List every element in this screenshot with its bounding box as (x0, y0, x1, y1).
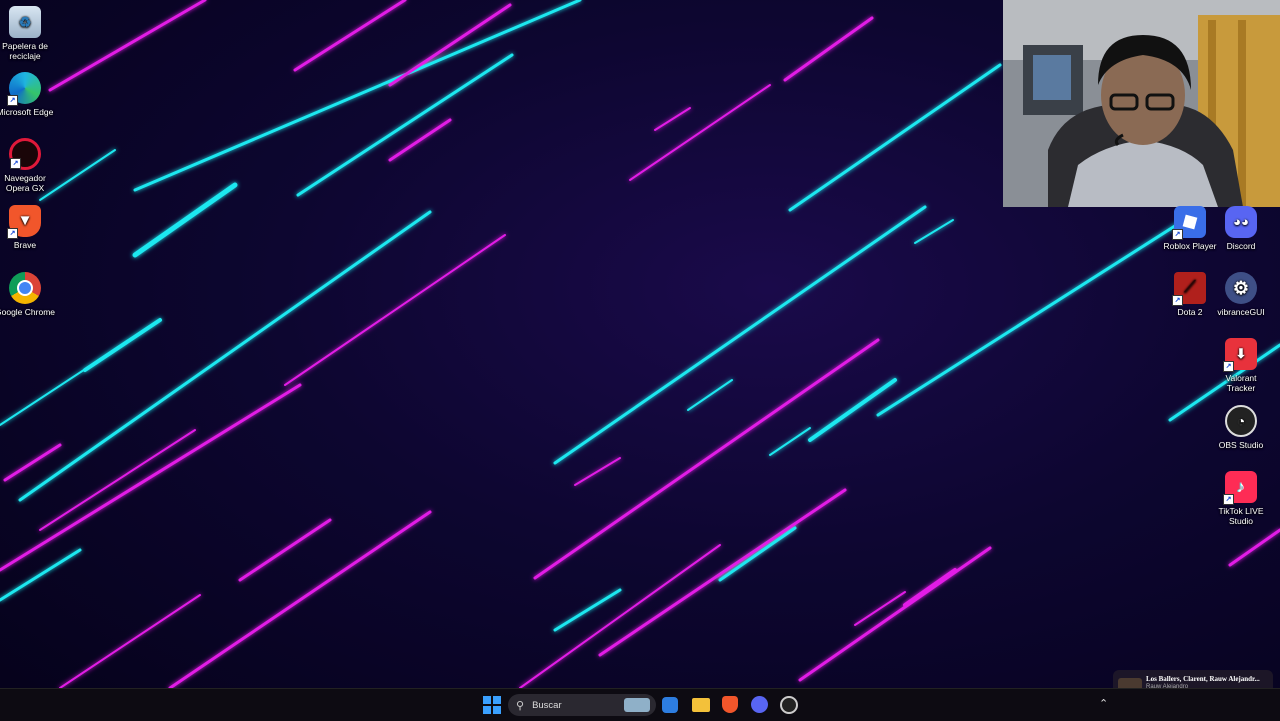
shortcut-arrow-icon: ↗ (1172, 295, 1183, 306)
file-explorer-icon[interactable] (692, 698, 710, 712)
search-icon: ⚲ (516, 699, 525, 712)
discord-icon[interactable] (751, 696, 768, 713)
shortcut-arrow-icon: ↗ (1223, 494, 1234, 505)
chrome-icon (9, 272, 41, 304)
desktop-icon-label: vibranceGUI (1217, 307, 1265, 317)
desktop-icon-label: Google Chrome (0, 307, 56, 317)
opera-gx-icon: ↗ (9, 138, 41, 170)
shortcut-arrow-icon: ↗ (1172, 229, 1183, 240)
shortcut-arrow-icon: ↗ (7, 95, 18, 106)
taskbar: ⚲ Buscar ⌃ (0, 688, 1280, 721)
desktop-icon-label: Navegador Opera GX (4, 173, 46, 193)
obs-icon[interactable] (780, 696, 798, 714)
desktop-icon-label: Discord (1226, 241, 1256, 251)
desktop-icon-vibrancegui[interactable]: ⚙ vibranceGUI (1211, 272, 1271, 317)
desktop-icon-brave[interactable]: ▼ ↗ Brave (0, 205, 55, 250)
desktop-icon-opera-gx[interactable]: ↗ Navegador Opera GX (0, 138, 55, 193)
search-input[interactable]: ⚲ Buscar (508, 694, 656, 716)
shortcut-arrow-icon: ↗ (10, 158, 21, 169)
gear-icon: ⚙ (1225, 272, 1257, 304)
recycle-bin-icon: ♻ (9, 6, 41, 38)
desktop-icon-label: Microsoft Edge (0, 107, 54, 117)
media-title: Los Ballers, Clarent, Rauw Alejandr... (1146, 675, 1260, 683)
discord-icon: ◕◕ (1225, 206, 1257, 238)
roblox-icon: ↗ (1172, 206, 1206, 240)
tray-overflow-chevron-icon[interactable]: ⌃ (1099, 697, 1108, 710)
webcam-overlay (1003, 0, 1280, 207)
desktop-icon-edge[interactable]: ↗ Microsoft Edge (0, 72, 55, 117)
desktop-icon-valorant-tracker[interactable]: ⬇ ↗ Valorant Tracker (1211, 338, 1271, 393)
store-icon[interactable] (662, 697, 678, 713)
brave-icon: ▼ ↗ (7, 205, 41, 239)
shortcut-arrow-icon: ↗ (1223, 361, 1234, 372)
edge-icon: ↗ (7, 72, 41, 106)
obs-icon: ◔ (1225, 405, 1257, 437)
desktop-icon-label: TikTok LIVE Studio (1218, 506, 1264, 526)
valorant-tracker-icon: ⬇ ↗ (1223, 338, 1257, 372)
webcam-feed (1003, 0, 1280, 207)
desktop-icon-discord[interactable]: ◕◕ Discord (1211, 206, 1271, 251)
brave-icon[interactable] (722, 696, 738, 713)
desktop-icon-obs[interactable]: ◔ OBS Studio (1211, 405, 1271, 450)
desktop-icon-recycle-bin[interactable]: ♻ Papelera de reciclaje (0, 6, 55, 61)
search-highlight-icon (624, 698, 650, 712)
windows-start-icon[interactable] (482, 695, 502, 715)
tiktok-icon: ♪ ↗ (1223, 471, 1257, 505)
dota2-icon: ⟋ ↗ (1172, 272, 1206, 306)
shortcut-arrow-icon: ↗ (7, 228, 18, 239)
desktop-icon-label: Valorant Tracker (1225, 373, 1257, 393)
desktop-icon-label: Papelera de reciclaje (2, 41, 48, 61)
desktop-icon-chrome[interactable]: Google Chrome (0, 272, 55, 317)
desktop-icon-tiktok-live-studio[interactable]: ♪ ↗ TikTok LIVE Studio (1211, 471, 1271, 526)
desktop-icon-label: OBS Studio (1218, 440, 1264, 450)
desktop-icon-label: Brave (13, 240, 37, 250)
search-placeholder: Buscar (532, 699, 562, 711)
